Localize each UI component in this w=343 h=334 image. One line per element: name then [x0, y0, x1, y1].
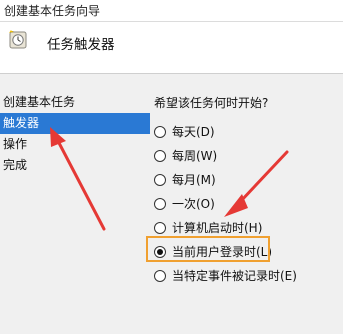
- nav-item-label: 触发器: [3, 116, 40, 130]
- window-title: 创建基本任务向导: [4, 4, 101, 18]
- arrowhead-logon: [224, 194, 248, 217]
- page-title: 任务触发器: [47, 37, 115, 53]
- nav-item-finish[interactable]: 完成: [0, 155, 150, 176]
- radio-daily[interactable]: [154, 126, 166, 138]
- wizard-header: 任务触发器: [0, 22, 343, 74]
- radio-weekly[interactable]: [154, 150, 166, 162]
- option-label: 每周(W): [172, 149, 218, 163]
- radio-once[interactable]: [154, 198, 166, 210]
- trigger-panel: 希望该任务何时开始?: [154, 94, 268, 112]
- question-label: 希望该任务何时开始?: [154, 96, 269, 110]
- option-label: 当特定事件被记录时(E): [172, 269, 297, 283]
- radio-event-logged[interactable]: [154, 270, 166, 282]
- nav-item-label: 完成: [3, 158, 28, 172]
- option-label: 每月(M): [172, 173, 216, 187]
- wizard-steps-nav: 创建基本任务 触发器 操作 完成: [0, 92, 150, 176]
- title-bar: 创建基本任务向导: [0, 0, 343, 22]
- annotation-highlight-box: [146, 236, 270, 262]
- option-label: 一次(O): [172, 197, 215, 211]
- clock-icon: [8, 30, 30, 52]
- nav-item-label: 操作: [3, 137, 28, 151]
- option-label: 每天(D): [172, 125, 215, 139]
- option-label: 计算机启动时(H): [172, 221, 263, 235]
- radio-computer-startup[interactable]: [154, 222, 166, 234]
- nav-item-action[interactable]: 操作: [0, 134, 150, 155]
- radio-monthly[interactable]: [154, 174, 166, 186]
- arrow-to-logon: [238, 150, 289, 204]
- nav-item-create-basic-task[interactable]: 创建基本任务: [0, 92, 150, 113]
- nav-item-label: 创建基本任务: [3, 95, 76, 109]
- nav-item-trigger[interactable]: 触发器: [0, 113, 150, 134]
